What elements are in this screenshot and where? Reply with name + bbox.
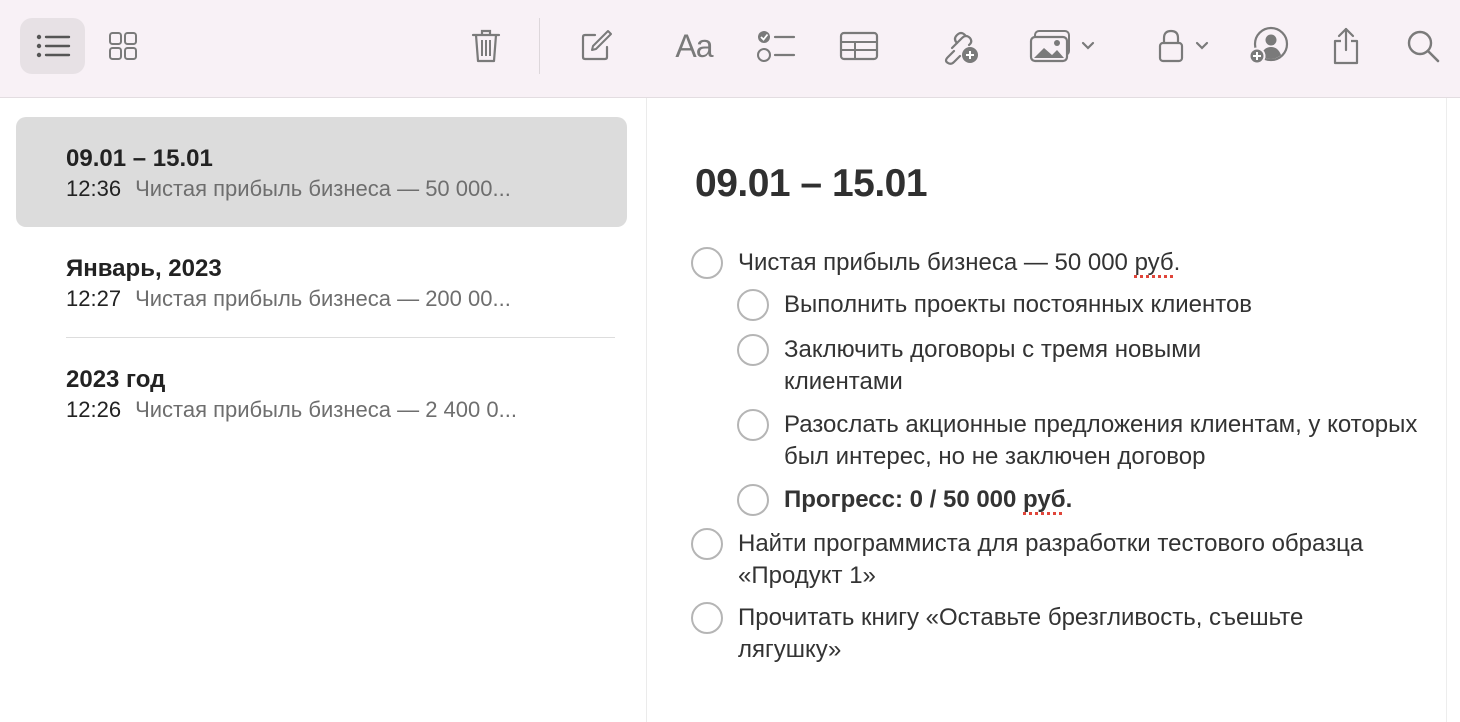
compose-icon <box>581 30 612 61</box>
list-icon <box>36 34 70 58</box>
note-editor[interactable]: 09.01 – 15.01 Чистая прибыль бизнеса — 5… <box>647 98 1446 722</box>
checkbox[interactable] <box>691 247 723 279</box>
checkbox[interactable] <box>737 334 769 366</box>
checkbox[interactable] <box>691 602 723 634</box>
search-icon <box>1407 30 1440 63</box>
note-title: 2023 год <box>66 366 166 393</box>
toolbar: Aa <box>0 0 1460 98</box>
media-button[interactable] <box>1020 18 1102 74</box>
checkbox[interactable] <box>737 289 769 321</box>
text-format-icon: Aa <box>675 27 713 64</box>
checklist-item-text[interactable]: Разослать акционные предложения клиентам… <box>784 409 1424 473</box>
table-button[interactable] <box>834 18 884 74</box>
trash-icon <box>471 29 501 63</box>
photo-icon <box>1029 30 1070 63</box>
format-button[interactable]: Aa <box>668 18 720 74</box>
item-text: Чистая прибыль бизнеса — 50 000 <box>738 249 1135 276</box>
grid-icon <box>109 32 137 60</box>
checkbox[interactable] <box>737 409 769 441</box>
lock-icon <box>1158 29 1184 63</box>
note-heading[interactable]: 09.01 – 15.01 <box>695 162 928 206</box>
link-button[interactable] <box>935 18 985 74</box>
misspelled-word[interactable]: руб <box>1023 486 1066 513</box>
note-time: 12:36 <box>66 176 122 201</box>
link-add-icon <box>944 31 978 65</box>
checkbox[interactable] <box>691 528 723 560</box>
note-subtitle: 12:36 Чистая прибыль бизнеса — 50 000... <box>66 176 511 202</box>
note-subtitle: 12:26 Чистая прибыль бизнеса — 2 400 0... <box>66 397 517 423</box>
new-note-button[interactable] <box>572 18 620 74</box>
note-title: Январь, 2023 <box>66 255 222 282</box>
checklist-item-text[interactable]: Прочитать книгу «Оставьте брезгливость, … <box>738 602 1403 666</box>
note-time: 12:27 <box>66 286 122 311</box>
add-person-icon <box>1248 26 1289 65</box>
checklist-icon <box>757 31 796 62</box>
checkbox[interactable] <box>737 484 769 516</box>
table-icon <box>839 31 879 61</box>
misspelled-word[interactable]: руб <box>1135 249 1174 276</box>
note-item[interactable]: 09.01 – 15.01 12:36 Чистая прибыль бизнес… <box>16 117 627 227</box>
note-preview: Чистая прибыль бизнеса — 200 00... <box>135 286 511 311</box>
chevron-down-icon <box>1081 41 1095 50</box>
note-title: 09.01 – 15.01 <box>66 145 213 172</box>
checklist-item-text[interactable]: Выполнить проекты постоянных клиентов <box>784 289 1404 321</box>
item-suffix: . <box>1065 486 1073 513</box>
collaborate-button[interactable] <box>1244 18 1294 74</box>
note-preview: Чистая прибыль бизнеса — 50 000... <box>135 176 511 201</box>
note-preview: Чистая прибыль бизнеса — 2 400 0... <box>135 397 517 422</box>
item-text: Прогресс: 0 / 50 000 <box>784 486 1024 513</box>
checklist-item-text[interactable]: Найти программиста для разработки тестов… <box>738 528 1378 592</box>
notes-list: 09.01 – 15.01 12:36 Чистая прибыль бизнес… <box>0 98 646 722</box>
gallery-view-button[interactable] <box>95 18 151 74</box>
share-icon <box>1333 27 1359 65</box>
note-item[interactable]: 2023 год 12:26 Чистая прибыль бизнеса — 2… <box>16 338 627 448</box>
note-item[interactable]: Январь, 2023 12:27 Чистая прибыль бизнеса… <box>16 227 627 337</box>
chevron-down-icon <box>1195 41 1209 50</box>
toolbar-separator <box>539 18 540 74</box>
share-button[interactable] <box>1322 18 1370 74</box>
delete-button[interactable] <box>462 18 510 74</box>
search-button[interactable] <box>1398 18 1448 74</box>
window-edge <box>1446 98 1447 722</box>
checklist-item-text[interactable]: Прогресс: 0 / 50 000 руб. <box>784 484 1404 516</box>
note-subtitle: 12:27 Чистая прибыль бизнеса — 200 00... <box>66 286 511 312</box>
checklist-item-text[interactable]: Чистая прибыль бизнеса — 50 000 руб. <box>738 247 1378 279</box>
item-suffix: . <box>1173 249 1181 276</box>
lock-button[interactable] <box>1148 18 1218 74</box>
checklist-item-text[interactable]: Заключить договоры с тремя новыми клиент… <box>784 334 1304 398</box>
note-time: 12:26 <box>66 397 122 422</box>
checklist-button[interactable] <box>752 18 800 74</box>
list-view-button[interactable] <box>20 18 85 74</box>
